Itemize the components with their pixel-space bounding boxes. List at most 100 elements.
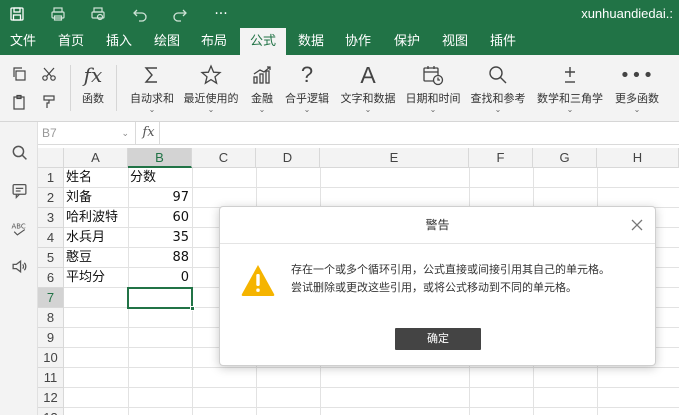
column-header[interactable]: F	[469, 148, 533, 168]
row-header[interactable]: 11	[38, 368, 64, 388]
insert-function-button[interactable]: fx	[138, 122, 160, 144]
row-header[interactable]: 7	[38, 288, 64, 308]
cell-b4[interactable]: 35	[128, 228, 192, 248]
column-header[interactable]: D	[256, 148, 320, 168]
menu-bar: 文件 首页 插入 绘图 布局 公式 数据 协作 保护 视图 插件	[0, 28, 679, 55]
paste-icon[interactable]	[10, 93, 28, 111]
column-header[interactable]: G	[533, 148, 597, 168]
math-trig-button[interactable]: 数学和三角学 ⌄	[534, 63, 606, 114]
cell-b6[interactable]: 0	[128, 268, 192, 288]
row-header[interactable]: 2	[38, 188, 64, 208]
tab-draw[interactable]: 绘图	[144, 28, 190, 55]
row-header[interactable]: 10	[38, 348, 64, 368]
text-button[interactable]: A 文字和数据 ⌄	[339, 61, 397, 114]
more-functions-label: 更多函数	[615, 92, 659, 105]
tab-data[interactable]: 数据	[288, 28, 334, 55]
tab-file[interactable]: 文件	[0, 28, 46, 55]
save-icon[interactable]	[7, 4, 27, 24]
tab-view[interactable]: 视图	[432, 28, 478, 55]
ribbon-divider	[70, 65, 71, 111]
logical-button[interactable]: ? 合乎逻辑 ⌄	[284, 62, 330, 114]
tab-formulas[interactable]: 公式	[240, 28, 286, 55]
warning-icon	[240, 263, 276, 297]
print-icon[interactable]	[48, 4, 68, 24]
cell-b5[interactable]: 88	[128, 248, 192, 268]
cell-b2[interactable]: 97	[128, 188, 192, 208]
dialog-title: 警告	[425, 218, 450, 232]
column-header[interactable]: C	[192, 148, 256, 168]
cell-a6[interactable]: 平均分	[64, 268, 128, 288]
chevron-down-icon: ⌄	[494, 105, 502, 114]
tab-collaborate[interactable]: 协作	[335, 28, 381, 55]
chevron-down-icon: ⌄	[258, 105, 266, 114]
copy-icon[interactable]	[10, 65, 28, 83]
finance-button[interactable]: 金融 ⌄	[247, 63, 277, 114]
row-header[interactable]: 1	[38, 168, 64, 188]
cell-a2[interactable]: 刘备	[64, 188, 128, 208]
column-header[interactable]: E	[320, 148, 469, 168]
cell-a1[interactable]: 姓名	[64, 168, 128, 188]
selected-cell-b7[interactable]	[127, 287, 193, 309]
column-header[interactable]: H	[597, 148, 679, 168]
spellcheck-icon[interactable]: ABC	[9, 218, 29, 238]
function-button[interactable]: fx 函数	[78, 63, 108, 106]
print-preview-icon[interactable]	[88, 4, 108, 24]
tab-plugins[interactable]: 插件	[480, 28, 526, 55]
dialog-message-line2: 尝试删除或更改这些引用，或将公式移动到不同的单元格。	[291, 281, 577, 294]
ribbon-divider	[116, 65, 117, 111]
cell-a3[interactable]: 哈利波特	[64, 208, 128, 228]
column-header[interactable]: B	[128, 148, 192, 168]
more-options-icon[interactable]: ···	[211, 4, 231, 24]
chevron-down-icon: ⌄	[207, 105, 215, 114]
lookup-button[interactable]: 查找和参考 ⌄	[469, 63, 527, 114]
ok-button[interactable]: 确定	[395, 328, 481, 350]
name-box[interactable]: B7 ⌄	[38, 122, 136, 144]
tab-insert[interactable]: 插入	[96, 28, 142, 55]
undo-icon[interactable]	[130, 4, 150, 24]
comment-icon[interactable]	[9, 180, 29, 200]
datetime-button[interactable]: 日期和时间 ⌄	[404, 63, 462, 114]
row-header[interactable]: 5	[38, 248, 64, 268]
row-header[interactable]: 9	[38, 328, 64, 348]
cell-a4[interactable]: 水兵月	[64, 228, 128, 248]
fx-icon: fx	[83, 63, 103, 87]
tab-layout[interactable]: 布局	[191, 28, 237, 55]
cell-a5[interactable]: 憨豆	[64, 248, 128, 268]
dialog-message-line1: 存在一个或多个循环引用，公式直接或间接引用其自己的单元格。	[291, 263, 610, 276]
column-header[interactable]: A	[64, 148, 128, 168]
close-icon[interactable]	[629, 217, 645, 233]
math-trig-label: 数学和三角学	[537, 92, 603, 105]
ribbon: fx 函数 自动求和 ⌄ 最近使用的 ⌄ 金融 ⌄ ? 合乎逻辑 ⌄ A 文字和…	[0, 55, 679, 122]
cell-b3[interactable]: 60	[128, 208, 192, 228]
speaker-icon[interactable]	[9, 256, 29, 276]
chevron-down-icon: ⌄	[429, 105, 437, 114]
row-header[interactable]: 4	[38, 228, 64, 248]
autosum-button[interactable]: 自动求和 ⌄	[127, 63, 177, 114]
finance-chart-icon	[251, 63, 273, 87]
format-painter-icon[interactable]	[40, 93, 58, 111]
more-functions-button[interactable]: ••• 更多函数 ⌄	[612, 63, 662, 114]
letter-a-icon: A	[360, 61, 376, 88]
cut-icon[interactable]	[40, 65, 58, 83]
formula-bar: B7 ⌄ fx	[38, 122, 679, 145]
title-bar: ··· xunhuandiedai.:	[0, 0, 679, 28]
cell-b1[interactable]: 分数	[128, 168, 192, 188]
tab-home[interactable]: 首页	[48, 28, 94, 55]
row-header[interactable]: 8	[38, 308, 64, 328]
chevron-down-icon: ⌄	[364, 105, 372, 114]
logical-label: 合乎逻辑	[285, 92, 329, 105]
function-label: 函数	[82, 92, 104, 105]
redo-icon[interactable]	[170, 4, 190, 24]
row-header[interactable]: 3	[38, 208, 64, 228]
fill-handle[interactable]	[190, 306, 195, 311]
row-header[interactable]: 13	[38, 408, 64, 415]
select-all-corner[interactable]	[38, 148, 64, 168]
recent-button[interactable]: 最近使用的 ⌄	[182, 63, 240, 114]
ellipsis-icon: •••	[619, 64, 655, 86]
tab-protect[interactable]: 保护	[384, 28, 430, 55]
row-header[interactable]: 6	[38, 268, 64, 288]
datetime-label: 日期和时间	[405, 92, 461, 105]
row-header[interactable]: 12	[38, 388, 64, 408]
chevron-down-icon: ⌄	[633, 105, 641, 114]
search-icon[interactable]	[9, 142, 29, 162]
